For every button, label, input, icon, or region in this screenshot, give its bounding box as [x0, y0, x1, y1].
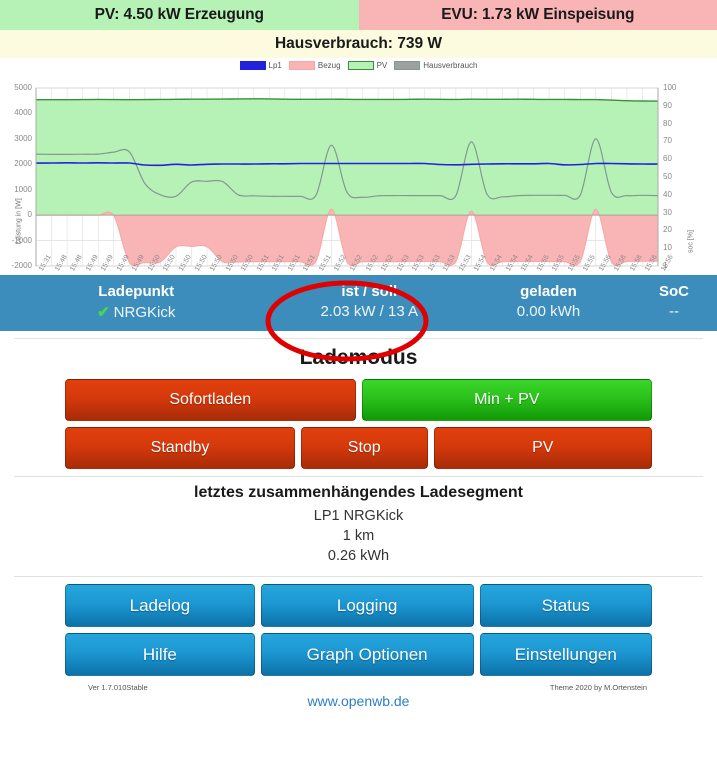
legend-item-bezug[interactable]: Bezug — [288, 61, 341, 70]
segment-distance: 1 km — [342, 528, 375, 544]
nav-row-1: Ladelog Logging Status — [0, 584, 717, 627]
table-row[interactable]: ✔ NRGKick 2.03 kW / 13 A 0.00 kWh -- — [0, 302, 717, 324]
site-link[interactable]: www.openwb.de — [0, 693, 717, 709]
nav-button-ladelog[interactable]: Ladelog — [65, 584, 255, 627]
cell-geladen: 0.00 kWh — [516, 303, 581, 320]
legend-swatch-lp1 — [239, 61, 266, 70]
divider-top — [14, 338, 703, 339]
mode-button-stop[interactable]: Stop — [301, 427, 428, 469]
y2-tick-label: 70 — [663, 136, 672, 146]
section-title-ladesegment: letztes zusammenhängendes Ladesegment — [194, 484, 523, 501]
lademodus-row-1: Sofortladen Min + PV — [0, 379, 717, 421]
theme-credit: Theme 2020 by M.Ortenstein — [549, 683, 647, 692]
mode-button-pv[interactable]: PV — [433, 427, 652, 469]
y2-tick-label: 40 — [663, 189, 672, 199]
check-icon: ✔ — [97, 304, 110, 321]
segment-charge-point: LP1 NRGKick — [313, 508, 404, 524]
y-tick-label: 5000 — [14, 83, 32, 92]
legend-swatch-bezug — [288, 61, 315, 70]
table-header-row: Ladepunkt ist / soll geladen SoC — [0, 280, 717, 302]
y2-tick-label: 50 — [663, 172, 672, 181]
y2-axis-title: soc [%] — [687, 230, 695, 253]
mode-button-min-pv[interactable]: Min + PV — [361, 379, 652, 421]
version-label: Ver 1.7.010Stable — [88, 683, 148, 692]
power-chart[interactable]: Lp1 Bezug PV Hausverbrauch Leistung in [W] … — [0, 58, 717, 275]
y2-tick-label: 80 — [663, 118, 672, 128]
y-axis-title: Leistung in [W] — [15, 198, 23, 245]
legend-item-lp1[interactable]: Lp1 — [239, 61, 282, 70]
charge-point-table: Ladepunkt ist / soll geladen SoC ✔ NRGKic… — [0, 275, 717, 331]
legend-label-hausverbrauch: Hausverbrauch — [423, 61, 478, 70]
nav-button-status[interactable]: Status — [479, 584, 652, 627]
legend-item-pv[interactable]: PV — [347, 61, 388, 70]
legend-swatch-hausverbrauch — [394, 61, 421, 70]
y2-tick-label: 20 — [663, 225, 672, 235]
cell-soc: -- — [668, 303, 679, 320]
y2-tick-label: 60 — [663, 154, 672, 164]
chart-legend: Lp1 Bezug PV Hausverbrauch — [0, 61, 717, 70]
cell-ist-soll: 2.03 kW / 13 A — [320, 303, 419, 320]
footer: Ver 1.7.010Stable Theme 2020 by M.Ortens… — [0, 682, 717, 716]
cell-ladepunkt-name: ✔ NRGKick — [0, 302, 272, 324]
y-tick-label: 3000 — [14, 133, 32, 143]
y-tick-label: -2000 — [11, 261, 32, 270]
y-tick-label: 4000 — [14, 108, 32, 118]
legend-label-bezug: Bezug — [317, 61, 341, 70]
chart-canvas — [35, 87, 659, 267]
mode-button-sofortladen[interactable]: Sofortladen — [65, 379, 356, 421]
status-header: PV: 4.50 kW Erzeugung EVU: 1.73 kW Einsp… — [0, 0, 717, 30]
nav-button-einstellungen[interactable]: Einstellungen — [479, 633, 652, 676]
nav-button-logging[interactable]: Logging — [260, 584, 474, 627]
house-consumption-status: Hausverbrauch: 739 W — [0, 30, 717, 58]
segment-energy: 0.26 kWh — [327, 548, 390, 564]
charge-point-name: NRGKick — [113, 304, 176, 321]
y2-tick-label: 100 — [663, 83, 677, 92]
nav-button-graph-optionen[interactable]: Graph Optionen — [260, 633, 474, 676]
y2-tick-label: 10 — [663, 243, 672, 253]
column-header-ladepunkt: Ladepunkt — [98, 283, 175, 300]
legend-label-pv: PV — [376, 61, 388, 70]
evu-status: EVU: 1.73 kW Einspeisung — [358, 0, 717, 30]
y-tick-label: 1000 — [14, 184, 32, 194]
y-tick-label: -1000 — [11, 235, 32, 245]
y2-tick-label: 90 — [663, 100, 672, 110]
column-header-soc: SoC — [658, 283, 689, 300]
legend-item-hausverbrauch[interactable]: Hausverbrauch — [394, 61, 477, 70]
openwb-dashboard: PV: 4.50 kW Erzeugung EVU: 1.73 kW Einsp… — [0, 0, 717, 767]
page-title-lademodus: Lademodus — [299, 346, 418, 369]
column-header-ist-soll: ist / soll — [341, 283, 398, 300]
y-tick-label: 2000 — [14, 159, 32, 169]
column-header-geladen: geladen — [520, 283, 577, 300]
divider-mid — [14, 476, 703, 477]
legend-label-lp1: Lp1 — [268, 61, 282, 70]
y-tick-label: 0 — [27, 210, 32, 220]
divider-bottom — [14, 576, 703, 577]
mode-button-standby[interactable]: Standby — [65, 427, 295, 469]
pv-status: PV: 4.50 kW Erzeugung — [0, 0, 359, 30]
lademodus-row-2: Standby Stop PV — [0, 427, 717, 469]
nav-row-2: Hilfe Graph Optionen Einstellungen — [0, 633, 717, 676]
y2-tick-label: 30 — [663, 207, 672, 217]
nav-button-hilfe[interactable]: Hilfe — [65, 633, 255, 676]
legend-swatch-pv — [347, 61, 374, 70]
